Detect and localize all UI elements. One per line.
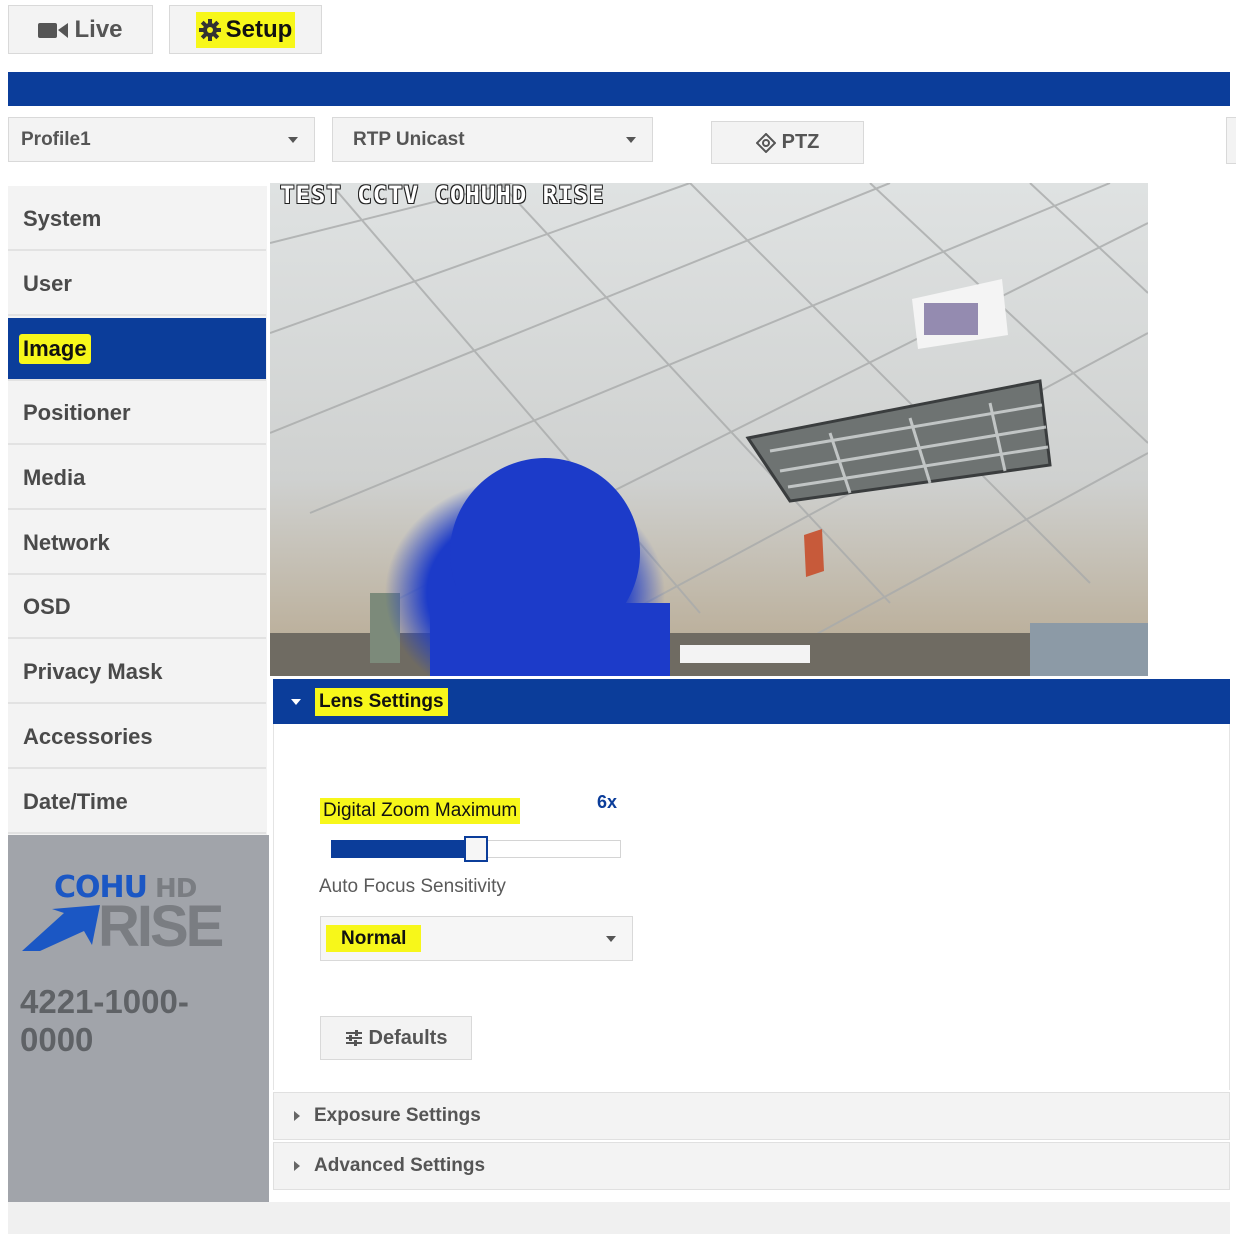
caret-down-icon [291,698,301,705]
section-label: Advanced Settings [314,1155,486,1176]
sidebar-item-media[interactable]: Media [8,447,266,510]
digital-zoom-slider[interactable] [331,836,621,862]
ptz-button[interactable]: PTZ [711,121,864,164]
sidebar-item-positioner[interactable]: Positioner [8,382,266,445]
lens-settings-body: Digital Zoom Maximum 6x Auto Focus Sensi… [273,724,1230,1090]
chevron-down-icon [606,935,616,942]
auto-focus-selected-value: Normal [326,924,422,952]
lens-settings-title: Lens Settings [315,687,448,716]
brand-panel: COHU HD RISE 4221-1000- 0000 [8,835,269,1202]
sidebar-item-label: OSD [23,593,71,619]
sidebar-item-osd[interactable]: OSD [8,576,266,639]
sidebar-item-label: Accessories [23,723,153,749]
logo-text-rise: RISE [98,894,224,959]
crosshair-icon [755,132,776,153]
sidebar-item-network[interactable]: Network [8,512,266,575]
slider-fill [331,840,476,858]
sidebar-item-privacy-mask[interactable]: Privacy Mask [8,641,266,704]
camera-overlay-text: TEST CCTV COHUHD RISE [280,183,605,209]
tab-live-label: Live [74,15,123,43]
advanced-settings-header[interactable]: Advanced Settings [273,1142,1230,1190]
tab-setup-label: Setup [225,15,293,43]
digital-zoom-label: Digital Zoom Maximum [320,798,521,824]
header-banner [8,72,1230,106]
footer-bar [8,1202,1230,1234]
caret-right-icon [294,1111,300,1121]
sidebar-item-label: Date/Time [23,788,128,814]
setup-highlight: Setup [195,11,296,48]
slider-handle[interactable] [464,836,488,862]
defaults-label: Defaults [368,1026,448,1049]
sidebar-item-label: Media [23,464,86,490]
defaults-button[interactable]: Defaults [320,1016,472,1060]
cohu-rise-logo: COHU HD RISE [16,873,256,959]
sidebar-item-user[interactable]: User [8,253,266,316]
sidebar-item-label: Privacy Mask [23,658,163,684]
tab-live[interactable]: Live [8,5,153,54]
caret-right-icon [294,1161,300,1171]
profile-select-value: Profile1 [21,128,91,150]
logo-arrow-icon [22,905,100,951]
ptz-label: PTZ [781,131,820,153]
auto-focus-select[interactable]: Normal [320,916,633,961]
model-number: 4221-1000- 0000 [20,983,189,1058]
sidebar-item-date-time[interactable]: Date/Time [8,771,266,834]
gear-icon [198,18,221,41]
sidebar-item-image[interactable]: Image [8,318,266,381]
sidebar-item-label: System [23,205,102,231]
sidebar-item-label: Network [23,529,110,555]
auto-focus-label: Auto Focus Sensitivity [319,876,506,897]
sidebar-item-label: Image [19,333,91,364]
sidebar-item-label: User [23,270,72,296]
sidebar-item-label: Positioner [23,399,131,425]
sidebar-item-accessories[interactable]: Accessories [8,706,266,769]
stream-select-value: RTP Unicast [353,128,465,150]
sidebar-item-system[interactable]: System [8,188,266,251]
chevron-down-icon [288,136,298,143]
stream-select[interactable]: RTP Unicast [332,117,653,162]
chevron-down-icon [626,136,636,143]
exposure-settings-header[interactable]: Exposure Settings [273,1092,1230,1140]
section-label: Exposure Settings [314,1105,481,1126]
toolbar-extra-button[interactable] [1226,117,1236,164]
camera-feed: TEST CCTV COHUHD RISE [270,183,1148,676]
sliders-icon [345,1030,363,1046]
tab-setup[interactable]: Setup [169,5,322,54]
digital-zoom-value: 6x [597,792,618,812]
lens-settings-header[interactable]: Lens Settings [273,679,1230,724]
camera-feed-image [270,183,1148,676]
video-camera-icon [38,20,69,40]
profile-select[interactable]: Profile1 [8,117,315,162]
